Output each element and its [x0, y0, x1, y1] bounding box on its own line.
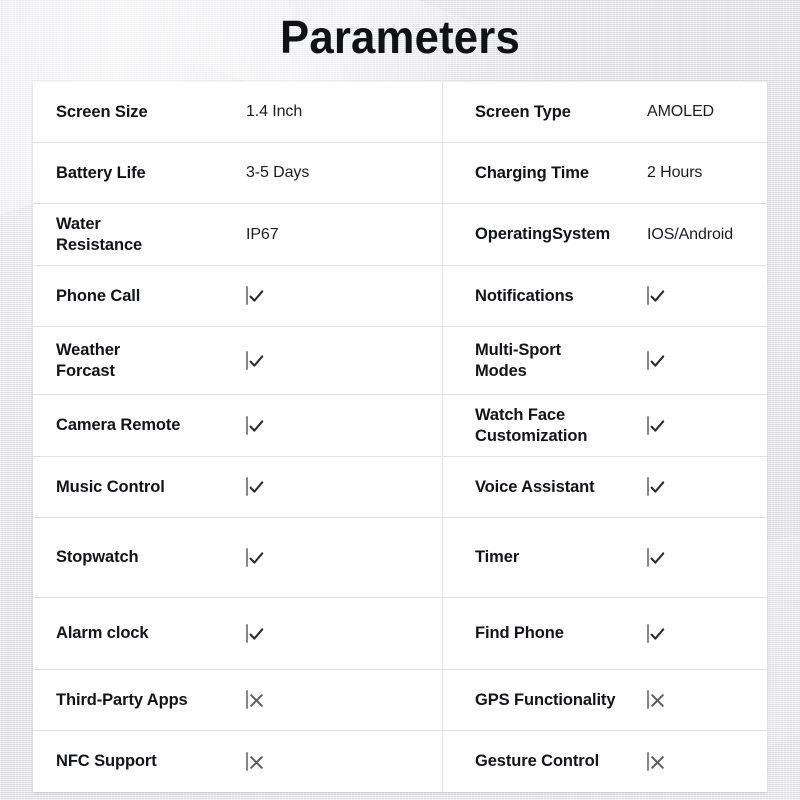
spec-checkbox[interactable] [647, 751, 664, 771]
spec-checkbox[interactable] [647, 350, 665, 370]
table-cell-right: Screen Type AMOLED [443, 82, 767, 142]
check-icon[interactable] [246, 623, 264, 643]
spec-checkbox[interactable] [647, 690, 664, 709]
check-icon[interactable] [647, 547, 665, 567]
spec-label: Phone Call [56, 286, 141, 305]
table-cell-right: Multi-Sport Modes [443, 327, 767, 394]
table-cell-right: Charging Time 2 Hours [443, 143, 767, 203]
table-cell-left: Phone Call [33, 266, 443, 326]
table-row: Stopwatch Timer [33, 518, 767, 598]
spec-checkbox[interactable] [246, 623, 264, 643]
spec-label: Stopwatch [56, 548, 139, 566]
table-row: Water Resistance IP67 OperatingSystem IOS/A… [33, 204, 767, 266]
table-row: NFC Support Gesture Control [33, 731, 767, 792]
table-cell-right: Watch Face Customization [443, 395, 767, 456]
spec-label: NFC Support [56, 752, 157, 770]
table-cell-left: Battery Life 3-5 Days [33, 143, 443, 203]
spec-checkbox[interactable] [246, 477, 264, 496]
table-cell-right: Timer [443, 518, 767, 597]
table-row: Battery Life 3-5 Days Charging Time 2 Hours [33, 143, 767, 204]
check-icon[interactable] [246, 477, 264, 496]
spec-label: Screen Size [56, 102, 148, 121]
check-icon[interactable] [647, 415, 665, 435]
table-cell-right: OperatingSystem IOS/Android [443, 204, 767, 265]
check-icon[interactable] [647, 350, 665, 370]
spec-label: Charging Time [475, 163, 589, 182]
spec-label: Gesture Control [475, 752, 600, 770]
check-icon[interactable] [246, 286, 264, 305]
table-cell-left: Stopwatch [33, 518, 443, 597]
spec-label: Multi-Sport Modes [475, 340, 561, 380]
table-cell-left: Music Control [33, 457, 443, 517]
table-row: Music Control Voice Assistant [33, 457, 767, 518]
table-row: Third-Party Apps GPS Functionality [33, 670, 767, 731]
spec-label: Notifications [475, 286, 574, 305]
spec-label: Weather Forcast [56, 340, 121, 380]
table-cell-right: Voice Assistant [443, 457, 767, 517]
spec-value: 3-5 Days [246, 164, 310, 181]
table-cell-left: Water Resistance IP67 [33, 204, 443, 265]
spec-checkbox[interactable] [647, 623, 665, 643]
spec-value: 1.4 Inch [246, 103, 303, 120]
table-row: Camera Remote Watch Face Customization [33, 395, 767, 457]
spec-label: Timer [475, 548, 520, 566]
spec-checkbox[interactable] [246, 547, 264, 567]
table-row: Phone Call Notifications [33, 266, 767, 327]
table-cell-right: Find Phone [443, 598, 767, 669]
table-cell-right: GPS Functionality [443, 670, 767, 730]
parameters-page: Parameters Screen Size 1.4 Inch Screen Typ… [0, 0, 800, 800]
spec-value: IP67 [246, 225, 279, 243]
spec-value: 2 Hours [647, 164, 703, 181]
table-cell-left: Weather Forcast [33, 327, 443, 394]
spec-checkbox[interactable] [246, 415, 264, 435]
spec-label: Alarm clock [56, 624, 149, 642]
cross-icon[interactable] [246, 690, 263, 709]
table-cell-left: Alarm clock [33, 598, 443, 669]
spec-label: Find Phone [475, 624, 564, 642]
table-row: Weather Forcast Multi-Sport Modes [33, 327, 767, 395]
table-row: Alarm clock Find Phone [33, 598, 767, 670]
table-cell-right: Gesture Control [443, 731, 767, 792]
spec-checkbox[interactable] [246, 690, 263, 709]
spec-value: AMOLED [647, 103, 714, 120]
spec-label: GPS Functionality [475, 690, 616, 709]
check-icon[interactable] [246, 350, 264, 370]
spec-label: Music Control [56, 477, 165, 496]
spec-checkbox[interactable] [647, 477, 665, 496]
spec-value: IOS/Android [647, 225, 734, 243]
check-icon[interactable] [647, 286, 665, 305]
table-cell-left: NFC Support [33, 731, 443, 792]
spec-label: Third-Party Apps [56, 690, 188, 709]
spec-label: Watch Face Customization [475, 405, 588, 445]
spec-label: OperatingSystem [475, 225, 611, 243]
spec-checkbox[interactable] [246, 286, 264, 305]
spec-label: Camera Remote [56, 416, 181, 434]
spec-label: Battery Life [56, 163, 146, 182]
spec-checkbox[interactable] [647, 286, 665, 305]
cross-icon[interactable] [647, 690, 664, 709]
spec-checkbox[interactable] [647, 415, 665, 435]
table-cell-left: Screen Size 1.4 Inch [33, 82, 443, 142]
spec-label: Voice Assistant [475, 477, 595, 496]
table-cell-left: Third-Party Apps [33, 670, 443, 730]
spec-checkbox[interactable] [647, 547, 665, 567]
spec-label: Screen Type [475, 102, 571, 121]
table-cell-right: Notifications [443, 266, 767, 326]
cross-icon[interactable] [647, 751, 664, 771]
spec-checkbox[interactable] [246, 751, 263, 771]
specifications-table: Screen Size 1.4 Inch Screen Type AMOLED Batt… [33, 82, 767, 792]
check-icon[interactable] [647, 477, 665, 496]
page-title: Parameters [280, 11, 520, 63]
check-icon[interactable] [647, 623, 665, 643]
table-row: Screen Size 1.4 Inch Screen Type AMOLED [33, 82, 767, 143]
cross-icon[interactable] [246, 751, 263, 771]
check-icon[interactable] [246, 547, 264, 567]
spec-label: Water Resistance [56, 214, 143, 254]
check-icon[interactable] [246, 415, 264, 435]
spec-checkbox[interactable] [246, 350, 264, 370]
table-cell-left: Camera Remote [33, 395, 443, 456]
